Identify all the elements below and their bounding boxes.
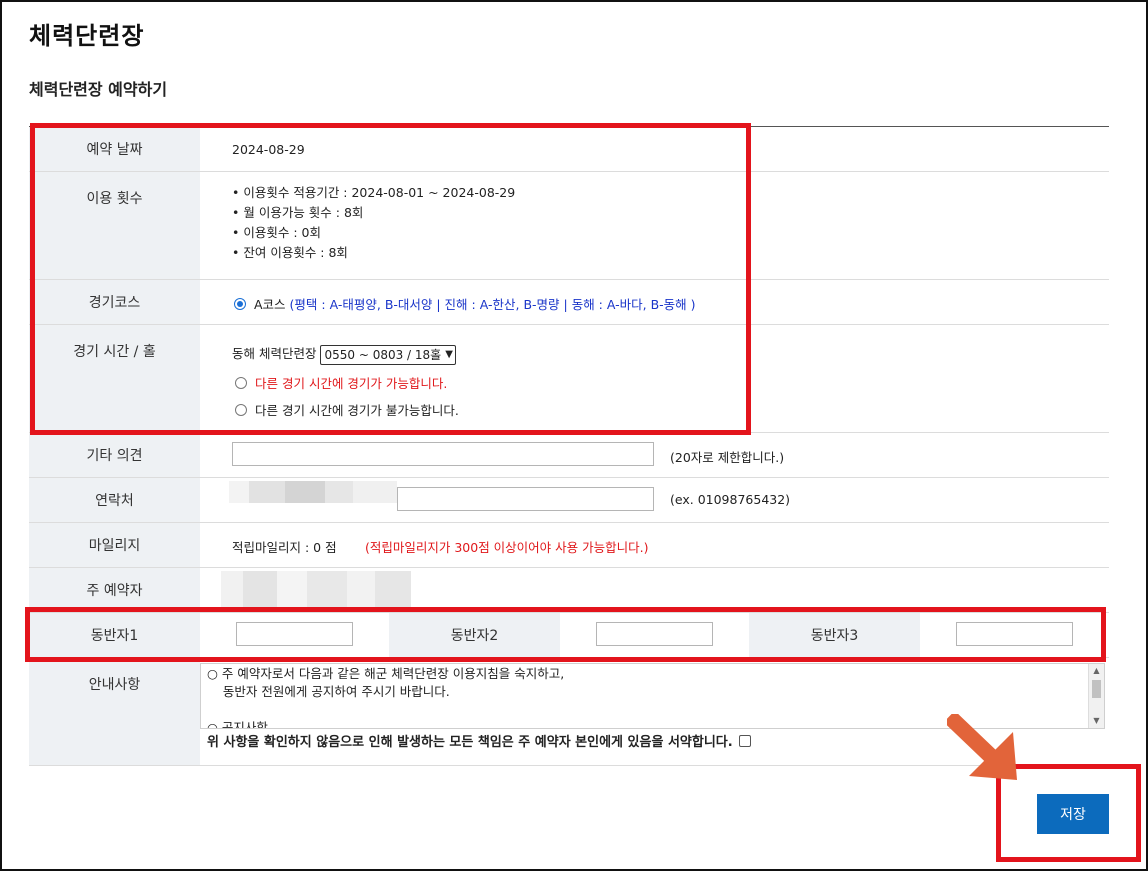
- comment-input[interactable]: [232, 442, 654, 466]
- highlight-box-companions: [25, 607, 1106, 662]
- contact-redacted: [229, 481, 397, 503]
- mileage-label: 마일리지: [29, 523, 200, 567]
- booker-redacted: [221, 571, 411, 607]
- scroll-up-icon[interactable]: ▲: [1089, 664, 1104, 678]
- page-frame: 체력단련장 체력단련장 예약하기 예약 날짜 2024-08-29 이용 횟수 …: [0, 0, 1148, 871]
- agreement-text: 위 사항을 확인하지 않음으로 인해 발생하는 모든 책임은 주 예약자 본인에…: [207, 735, 733, 750]
- page-title: 체력단련장: [29, 22, 145, 50]
- booker-label: 주 예약자: [29, 568, 200, 612]
- highlight-box-booking-details: [30, 123, 751, 435]
- agreement-checkbox[interactable]: [738, 735, 751, 747]
- agreement-line: 위 사항을 확인하지 않음으로 인해 발생하는 모든 책임은 주 예약자 본인에…: [207, 731, 751, 750]
- section-title: 체력단련장 예약하기: [29, 80, 168, 99]
- notice-line: ○ 주 예약자로서 다음과 같은 해군 체력단련장 이용지침을 숙지하고,: [207, 666, 565, 681]
- row-contact: 연락처 (ex. 01098765432): [29, 478, 1109, 523]
- contact-input[interactable]: [397, 487, 654, 511]
- scroll-thumb[interactable]: [1092, 680, 1101, 698]
- mileage-note: (적립마일리지가 300점 이상이어야 사용 가능합니다.): [365, 540, 649, 555]
- notice-label: 안내사항: [29, 658, 200, 765]
- scroll-down-icon[interactable]: ▼: [1089, 714, 1104, 728]
- save-button[interactable]: 저장: [1037, 794, 1109, 834]
- comment-hint: (20자로 제한합니다.): [670, 450, 785, 465]
- row-comment: 기타 의견 (20자로 제한합니다.): [29, 433, 1109, 478]
- comment-label: 기타 의견: [29, 433, 200, 477]
- notice-line: 동반자 전원에게 공지하여 주시기 바랍니다.: [207, 684, 450, 699]
- notice-scrollbar[interactable]: ▲ ▼: [1088, 664, 1104, 728]
- contact-hint: (ex. 01098765432): [670, 492, 791, 507]
- row-mileage: 마일리지 적립마일리지 : 0 점 (적립마일리지가 300점 이상이어야 사용…: [29, 523, 1109, 568]
- mileage-value: 적립마일리지 : 0 점: [232, 540, 337, 555]
- contact-label: 연락처: [29, 478, 200, 522]
- arrow-down-right-icon: [947, 714, 1017, 780]
